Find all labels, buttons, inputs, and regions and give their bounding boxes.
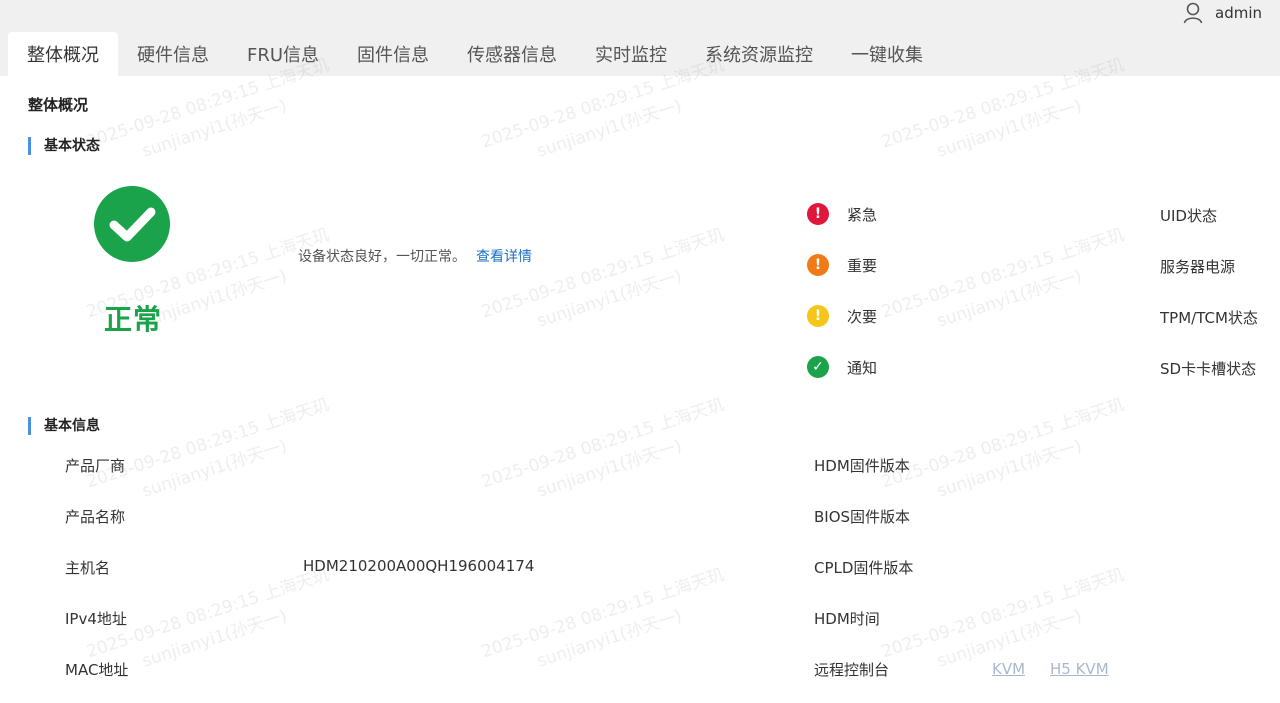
tab-fru[interactable]: FRU信息	[228, 32, 338, 76]
status-description: 设备状态良好，一切正常。 查看详情	[298, 246, 532, 266]
hostname-label: 主机名	[65, 559, 111, 577]
hdm-firmware-label: HDM固件版本	[814, 457, 910, 475]
watermark: 2025-09-28 08:29:15 上海天玑 sunjianyi1(孙天一)	[479, 224, 727, 332]
alert-label: 重要	[847, 256, 878, 275]
server-power-label: 服务器电源	[1160, 258, 1236, 276]
tab-resource-monitor[interactable]: 系统资源监控	[686, 32, 832, 76]
ipv4-label: IPv4地址	[65, 610, 127, 628]
tpm-tcm-status-label: TPM/TCM状态	[1160, 309, 1258, 327]
watermark: 2025-09-28 08:29:15 上海天玑 sunjianyi1(孙天一)	[879, 224, 1127, 332]
alert-notice[interactable]: ✓ 通知	[807, 356, 877, 378]
product-name-label: 产品名称	[65, 508, 126, 526]
watermark: 2025-09-28 08:29:15 上海天玑 sunjianyi1(孙天一)	[479, 564, 727, 672]
tab-firmware[interactable]: 固件信息	[338, 32, 448, 76]
alert-label: 次要	[847, 307, 878, 326]
mac-label: MAC地址	[65, 661, 129, 679]
user-menu[interactable]: admin	[1183, 2, 1262, 24]
h5-kvm-link[interactable]: H5 KVM	[1050, 660, 1109, 678]
hdm-time-label: HDM时间	[814, 610, 880, 628]
username: admin	[1215, 4, 1262, 22]
product-vendor-label: 产品厂商	[65, 457, 126, 475]
user-icon	[1183, 2, 1203, 24]
alert-label: 紧急	[847, 205, 878, 224]
view-details-link[interactable]: 查看详情	[476, 249, 532, 265]
kvm-link[interactable]: KVM	[992, 660, 1025, 678]
status-label: 正常	[104, 303, 163, 336]
page-title: 整体概况	[28, 96, 89, 114]
sd-card-slot-status-label: SD卡卡槽状态	[1160, 360, 1257, 378]
major-icon: !	[807, 254, 829, 276]
tab-sensors[interactable]: 传感器信息	[448, 32, 576, 76]
minor-icon: !	[807, 305, 829, 327]
tab-overview[interactable]: 整体概况	[8, 32, 118, 76]
tab-hardware[interactable]: 硬件信息	[118, 32, 228, 76]
section-title-basic-status: 基本状态	[28, 137, 100, 155]
alert-major[interactable]: ! 重要	[807, 254, 877, 276]
alert-critical[interactable]: ! 紧急	[807, 203, 877, 225]
notice-icon: ✓	[807, 356, 829, 378]
tab-one-click-collect[interactable]: 一键收集	[832, 32, 942, 76]
status-description-text: 设备状态良好，一切正常。	[298, 249, 466, 265]
critical-icon: !	[807, 203, 829, 225]
main-tabs: 整体概况 硬件信息 FRU信息 固件信息 传感器信息 实时监控 系统资源监控 一…	[8, 32, 942, 76]
remote-console-label: 远程控制台	[814, 661, 890, 679]
section-title-basic-info: 基本信息	[28, 417, 100, 435]
alert-minor[interactable]: ! 次要	[807, 305, 877, 327]
uid-status-label: UID状态	[1160, 207, 1217, 225]
alert-label: 通知	[847, 358, 878, 377]
tab-realtime-monitor[interactable]: 实时监控	[576, 32, 686, 76]
status-ok-icon	[94, 186, 170, 262]
watermark: 2025-09-28 08:29:15 上海天玑 sunjianyi1(孙天一)	[479, 394, 727, 502]
watermark: 2025-09-28 08:29:15 上海天玑 sunjianyi1(孙天一)	[879, 394, 1127, 502]
cpld-firmware-label: CPLD固件版本	[814, 559, 914, 577]
bios-firmware-label: BIOS固件版本	[814, 508, 911, 526]
hostname-value: HDM210200A00QH196004174	[303, 557, 535, 575]
